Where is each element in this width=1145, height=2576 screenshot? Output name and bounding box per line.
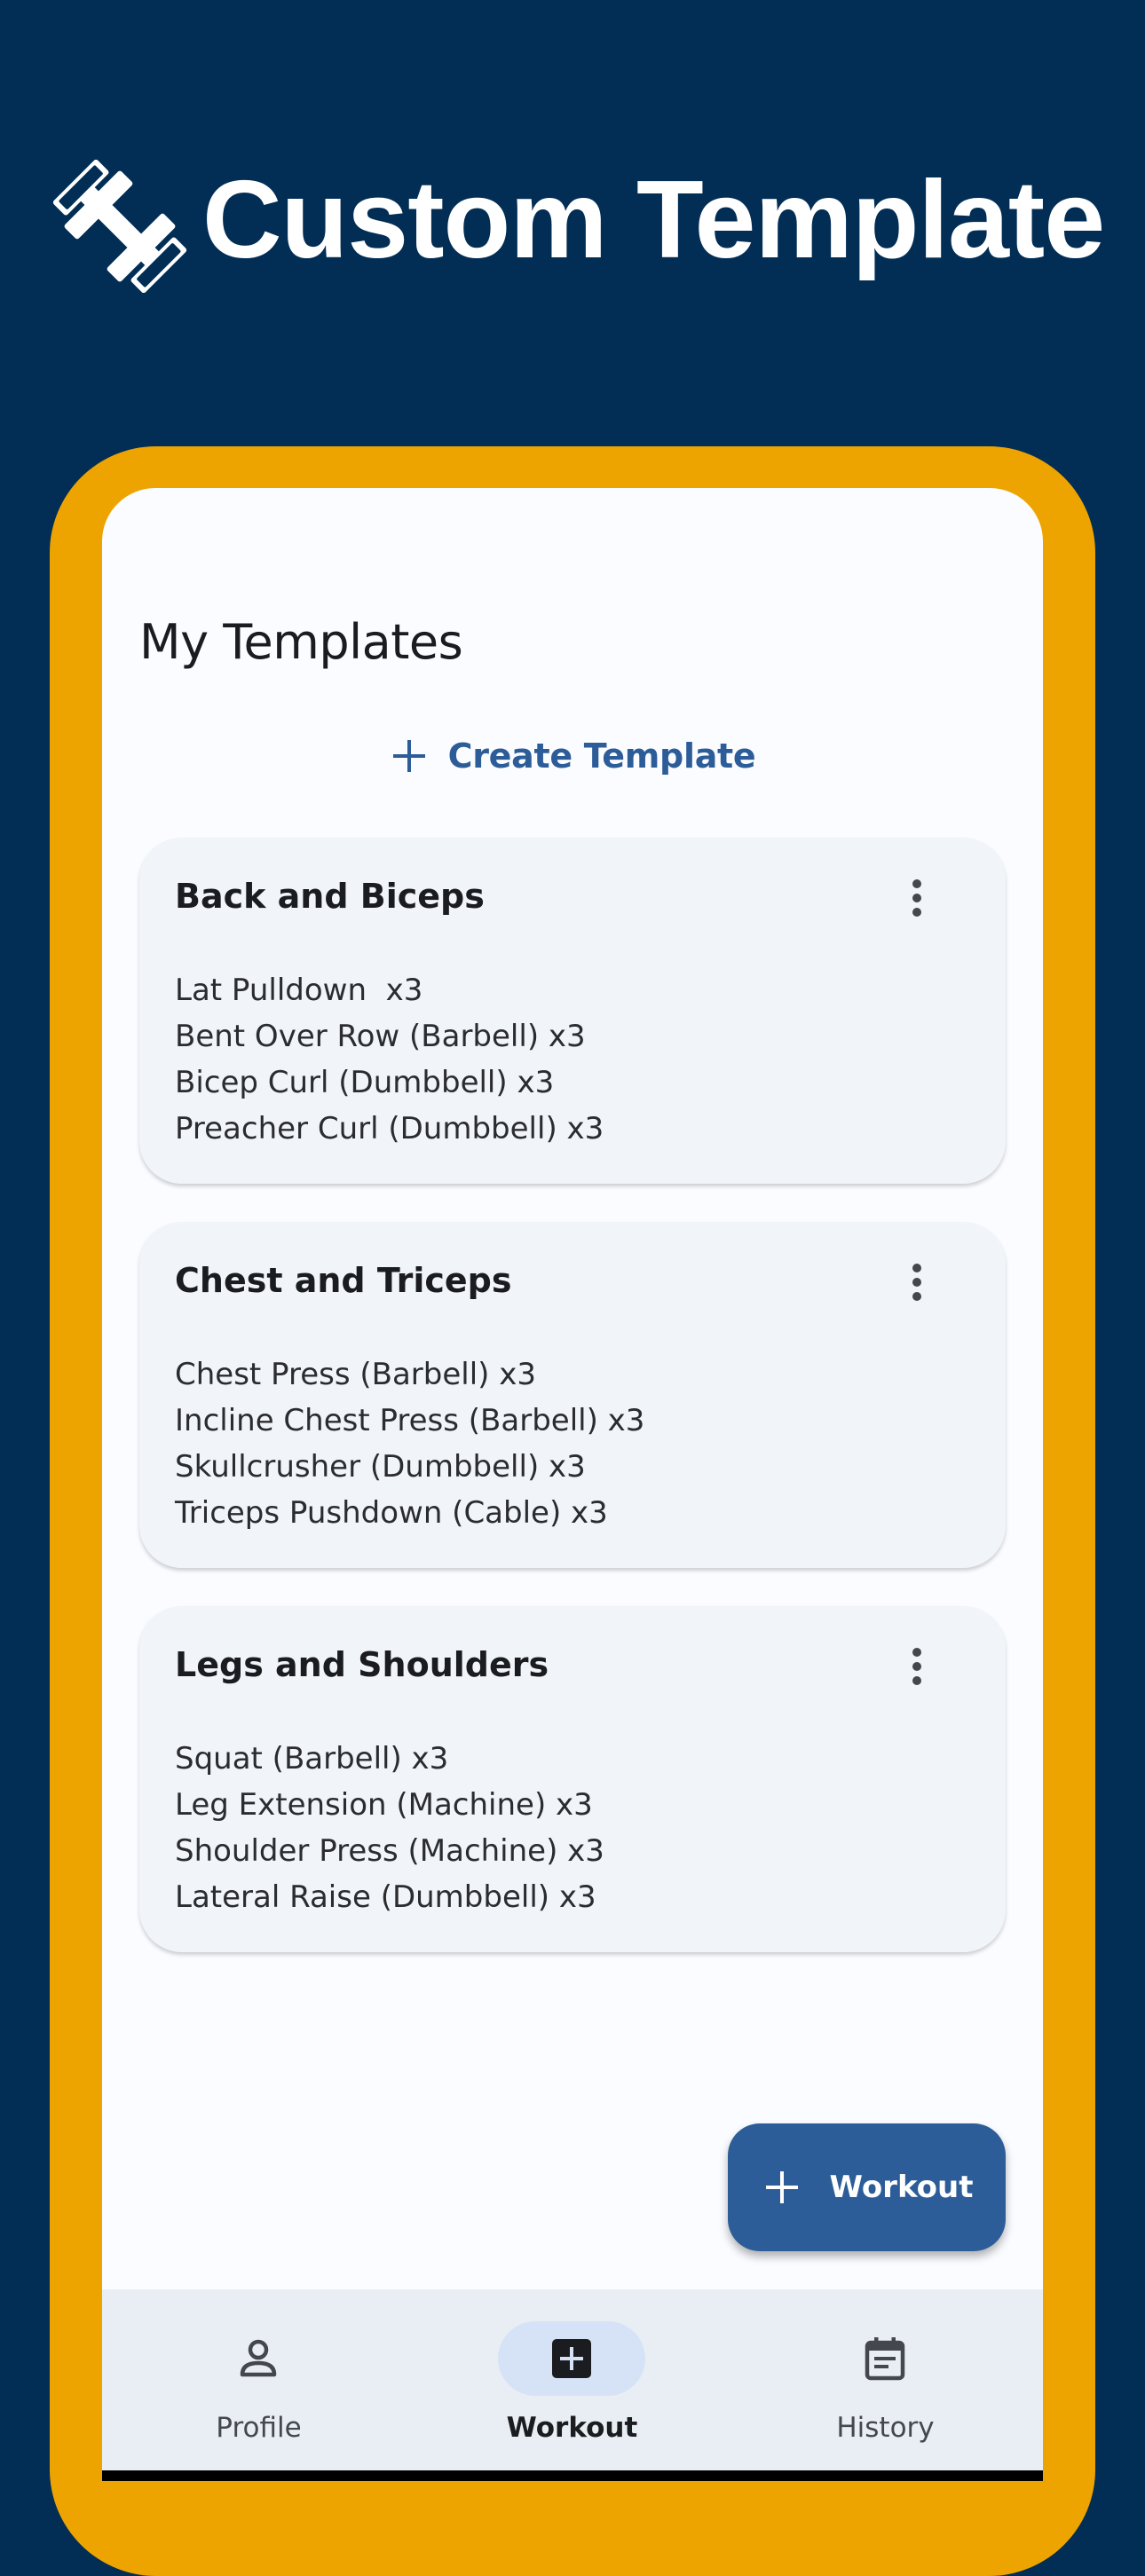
exercise-item: Lateral Raise (Dumbbell) x3 [175, 1879, 596, 1915]
fab-label: Workout [829, 2170, 974, 2205]
nav-label: Profile [216, 2412, 302, 2444]
exercise-list: Lat Pulldown x3 Bent Over Row (Barbell) … [175, 967, 604, 1152]
more-vert-icon[interactable] [892, 1257, 942, 1307]
plus-icon [765, 2171, 798, 2203]
nav-item-profile[interactable]: Profile [102, 2289, 415, 2476]
exercise-item: Leg Extension (Machine) x3 [175, 1787, 593, 1823]
app-screen: My Templates Create Template Back and Bi… [102, 488, 1043, 2476]
person-icon [240, 2339, 277, 2377]
create-template-button[interactable]: Create Template [386, 721, 759, 792]
exercise-item: Bent Over Row (Barbell) x3 [175, 1019, 586, 1054]
promo-banner: Custom Template [0, 142, 1145, 319]
create-template-label: Create Template [447, 737, 756, 776]
dumbbell-icon [53, 160, 186, 293]
exercise-list: Squat (Barbell) x3 Leg Extension (Machin… [175, 1736, 604, 1920]
exercise-item: Skullcrusher (Dumbbell) x3 [175, 1449, 586, 1485]
exercise-item: Lat Pulldown x3 [175, 973, 423, 1008]
template-name: Legs and Shoulders [175, 1645, 549, 1684]
exercise-item: Preacher Curl (Dumbbell) x3 [175, 1111, 604, 1146]
exercise-list: Chest Press (Barbell) x3 Incline Chest P… [175, 1351, 644, 1536]
template-card[interactable]: Legs and Shoulders Squat (Barbell) x3 Le… [139, 1606, 1006, 1952]
nav-item-history[interactable]: History [729, 2289, 1042, 2476]
more-vert-icon[interactable] [892, 1642, 942, 1691]
exercise-item: Chest Press (Barbell) x3 [175, 1357, 536, 1392]
calendar-icon [865, 2337, 905, 2381]
add-box-icon [552, 2339, 591, 2378]
start-workout-fab[interactable]: Workout [728, 2123, 1006, 2251]
plus-icon [392, 740, 425, 772]
template-card[interactable]: Back and Biceps Lat Pulldown x3 Bent Ove… [139, 838, 1006, 1184]
page-title: My Templates [139, 614, 463, 670]
exercise-item: Incline Chest Press (Barbell) x3 [175, 1403, 645, 1438]
exercise-item: Shoulder Press (Machine) x3 [175, 1833, 604, 1869]
more-vert-icon[interactable] [892, 873, 942, 923]
screen-bottom-bar [102, 2470, 1043, 2481]
nav-item-workout[interactable]: Workout [415, 2289, 729, 2476]
nav-label: History [836, 2412, 935, 2444]
banner-title: Custom Template [202, 159, 1105, 281]
template-name: Back and Biceps [175, 877, 485, 916]
template-card[interactable]: Chest and Triceps Chest Press (Barbell) … [139, 1222, 1006, 1568]
template-name: Chest and Triceps [175, 1261, 512, 1300]
exercise-item: Squat (Barbell) x3 [175, 1741, 449, 1776]
exercise-item: Bicep Curl (Dumbbell) x3 [175, 1065, 555, 1100]
exercise-item: Triceps Pushdown (Cable) x3 [175, 1495, 608, 1531]
bottom-navigation: Profile Workout History [102, 2289, 1043, 2476]
nav-label: Workout [506, 2412, 638, 2444]
